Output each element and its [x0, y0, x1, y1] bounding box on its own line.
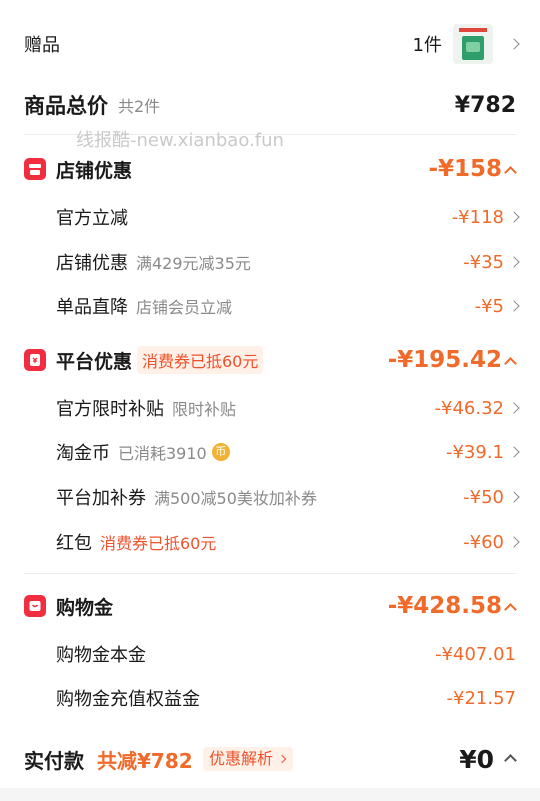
gift-row[interactable]: 赠品 1件	[0, 24, 540, 64]
chevron-right-icon	[508, 491, 520, 503]
item-amount: -¥50	[463, 486, 504, 508]
platform-discount-amount: -¥195.42	[387, 347, 502, 373]
store-discount-header[interactable]: 店铺优惠 -¥158	[0, 152, 540, 186]
chevron-right-icon	[508, 211, 520, 223]
item-amount: -¥46.32	[434, 397, 504, 419]
gift-label: 赠品	[24, 35, 60, 56]
chevron-right-icon	[508, 38, 520, 50]
list-item: 购物金本金 -¥407.01	[0, 639, 540, 669]
item-sub: 已消耗3910	[118, 444, 207, 463]
chevron-right-icon	[277, 754, 287, 764]
total-row: 商品总价 共2件 ¥782	[0, 88, 540, 122]
wallet-icon	[24, 595, 46, 617]
payment-amount: ¥0	[459, 744, 494, 774]
list-item[interactable]: 单品直降 店铺会员立减 -¥5	[0, 291, 540, 321]
item-amount: -¥21.57	[446, 687, 516, 709]
list-item[interactable]: 红包 消费券已抵60元 -¥60	[0, 527, 540, 557]
discount-analysis-button[interactable]: 优惠解析	[203, 747, 294, 771]
taojinbi-coin-icon: 币	[211, 443, 230, 461]
item-sub: 消费券已抵60元	[100, 534, 217, 553]
order-summary-card: 赠品 1件 商品总价 共2件 ¥782 线报酷-new.xianbao.fun …	[0, 0, 540, 788]
gift-count: 1件	[412, 35, 442, 56]
item-amount: -¥118	[451, 206, 504, 228]
chevron-right-icon	[508, 536, 520, 548]
payment-footer: 实付款 共减¥782 优惠解析 ¥0	[0, 740, 540, 778]
list-item[interactable]: 官方限时补贴 限时补贴 -¥46.32	[0, 393, 540, 423]
shopping-gold-amount: -¥428.58	[387, 593, 502, 619]
item-sub: 限时补贴	[172, 400, 237, 419]
chevron-right-icon	[508, 300, 520, 312]
item-label: 红包	[56, 533, 92, 554]
total-count: 共2件	[118, 97, 161, 116]
chevron-right-icon	[508, 402, 520, 414]
item-label: 购物金充值权益金	[56, 689, 200, 710]
chevron-up-icon[interactable]	[504, 166, 517, 179]
platform-discount-title: 平台优惠	[56, 350, 133, 373]
list-item[interactable]: 官方立减 -¥118	[0, 202, 540, 232]
platform-discount-header[interactable]: 平台优惠 消费券已抵60元 -¥195.42	[0, 343, 540, 377]
store-discount-title: 店铺优惠	[56, 159, 133, 182]
item-sub: 满429元减35元	[136, 254, 251, 273]
store-icon	[24, 158, 46, 180]
item-sub: 满500减50美妆加补券	[154, 489, 317, 508]
actual-payment-label: 实付款	[24, 748, 84, 773]
list-item[interactable]: 平台加补券 满500减50美妆加补券 -¥50	[0, 482, 540, 512]
consumption-coupon-tag: 消费券已抵60元	[137, 346, 264, 374]
item-amount: -¥5	[474, 295, 504, 317]
shopping-gold-header[interactable]: 购物金 -¥428.58	[0, 589, 540, 623]
total-label: 商品总价	[24, 94, 108, 118]
total-amount: ¥782	[454, 92, 516, 118]
item-amount: -¥60	[463, 531, 504, 553]
item-amount: -¥39.1	[445, 441, 504, 463]
chevron-up-icon[interactable]	[504, 357, 517, 370]
item-amount: -¥407.01	[435, 643, 516, 665]
chevron-up-icon[interactable]	[504, 754, 517, 767]
item-label: 淘金币	[56, 443, 110, 464]
store-discount-amount: -¥158	[428, 156, 502, 182]
divider	[24, 573, 516, 574]
item-label: 官方立减	[56, 208, 128, 229]
discount-analysis-label: 优惠解析	[209, 749, 274, 768]
item-sub: 店铺会员立减	[136, 298, 233, 317]
coupon-icon	[24, 349, 46, 371]
watermark: 线报酷-new.xianbao.fun	[76, 130, 284, 151]
item-amount: -¥35	[463, 251, 504, 273]
chevron-right-icon	[508, 256, 520, 268]
gift-product-thumbnail[interactable]	[453, 24, 493, 64]
chevron-right-icon	[508, 446, 520, 458]
item-label: 单品直降	[56, 297, 128, 318]
chevron-up-icon[interactable]	[504, 603, 517, 616]
total-discount: 共减¥782	[97, 748, 193, 773]
item-label: 购物金本金	[56, 645, 146, 666]
item-label: 平台加补券	[56, 488, 146, 509]
item-label: 店铺优惠	[56, 253, 128, 274]
item-label: 官方限时补贴	[56, 399, 164, 420]
list-item[interactable]: 淘金币 已消耗3910 币 -¥39.1	[0, 437, 540, 467]
list-item[interactable]: 店铺优惠 满429元减35元 -¥35	[0, 247, 540, 277]
list-item: 购物金充值权益金 -¥21.57	[0, 683, 540, 713]
shopping-gold-title: 购物金	[56, 596, 114, 619]
